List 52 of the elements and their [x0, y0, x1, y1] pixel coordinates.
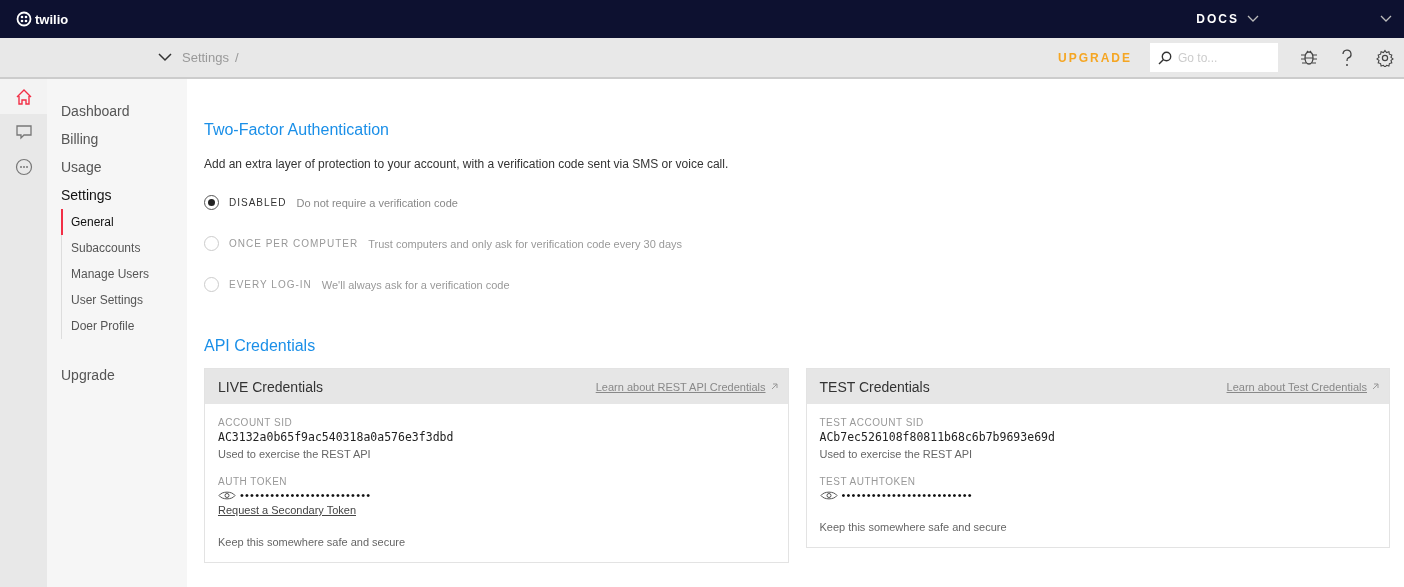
- option-label: DISABLED: [229, 197, 287, 208]
- card-title: LIVE Credentials: [218, 378, 324, 395]
- card-note: Keep this somewhere safe and secure: [819, 521, 1008, 533]
- help-icon[interactable]: [1340, 47, 1354, 68]
- sidebar-item[interactable]: Billing: [47, 125, 187, 153]
- field-label: ACCOUNT SID: [218, 417, 294, 428]
- external-link-icon: [1372, 383, 1379, 390]
- breadcrumb-separator: /: [235, 50, 239, 65]
- card-title: TEST Credentials: [819, 378, 930, 395]
- section-description: Add an extra layer of protection to your account, with a verification code sent via SMS or voice call.: [204, 157, 730, 171]
- search-icon: [1158, 51, 1172, 65]
- field-label: AUTH TOKEN: [218, 476, 289, 487]
- home-icon[interactable]: [14, 87, 33, 106]
- field-label: TEST AUTHTOKEN: [819, 476, 917, 487]
- chat-icon[interactable]: [14, 123, 33, 140]
- sidebar-item[interactable]: Usage: [47, 153, 187, 181]
- option-hint: Do not require a verification code: [296, 196, 458, 209]
- eye-icon[interactable]: [819, 489, 838, 501]
- sidebar-subitem[interactable]: Manage Users: [61, 261, 187, 287]
- option-label: EVERY LOG-IN: [229, 279, 312, 290]
- card-note: Keep this somewhere safe and secure: [218, 536, 407, 548]
- docs-menu[interactable]: DOCS: [1190, 11, 1265, 27]
- option-label: ONCE PER COMPUTER: [229, 238, 359, 249]
- sidebar-item[interactable]: Dashboard: [47, 97, 187, 125]
- sidebar-subitem[interactable]: Subaccounts: [61, 235, 187, 261]
- option-hint: We'll always ask for a verification code: [321, 278, 510, 291]
- chevron-down-icon[interactable]: [1380, 15, 1392, 23]
- caret-icon: [1247, 15, 1259, 23]
- masked-token: ••••••••••••••••••••••••••: [240, 489, 372, 501]
- masked-token: ••••••••••••••••••••••••••: [841, 489, 973, 501]
- sidebar-item[interactable]: Settings: [47, 181, 187, 209]
- section-title: Two-Factor Authentication: [204, 121, 390, 139]
- account-sid: AC3132a0b65f9ac540318a0a576e3f3dbd: [218, 430, 455, 444]
- external-link-icon: [770, 383, 778, 390]
- secondary-token-link[interactable]: Request a Secondary Token: [218, 504, 775, 516]
- option-hint: Trust computers and only ask for verification code every 30 days: [368, 237, 683, 250]
- sidebar-subitem[interactable]: General: [61, 209, 187, 235]
- eye-icon[interactable]: [218, 489, 236, 501]
- chevron-down-icon[interactable]: [158, 53, 172, 62]
- logo-icon: [16, 11, 32, 27]
- sidebar-subitem[interactable]: User Settings: [61, 287, 187, 313]
- sidebar-subitem[interactable]: Doer Profile: [61, 313, 187, 339]
- bug-icon[interactable]: [1300, 48, 1318, 67]
- field-label: TEST ACCOUNT SID: [819, 417, 925, 428]
- sidebar-item[interactable]: Upgrade: [47, 361, 187, 389]
- settings-icon[interactable]: [1376, 48, 1394, 67]
- account-sid: ACb7ec526108f80811b68c6b7b9693e69d: [819, 430, 1056, 444]
- field-note: Used to exercise the REST API: [218, 448, 372, 460]
- more-icon[interactable]: [14, 157, 33, 176]
- section-title: API Credentials: [204, 337, 317, 355]
- logo-text: twilio: [35, 11, 69, 27]
- field-note: Used to exercise the REST API: [819, 448, 974, 460]
